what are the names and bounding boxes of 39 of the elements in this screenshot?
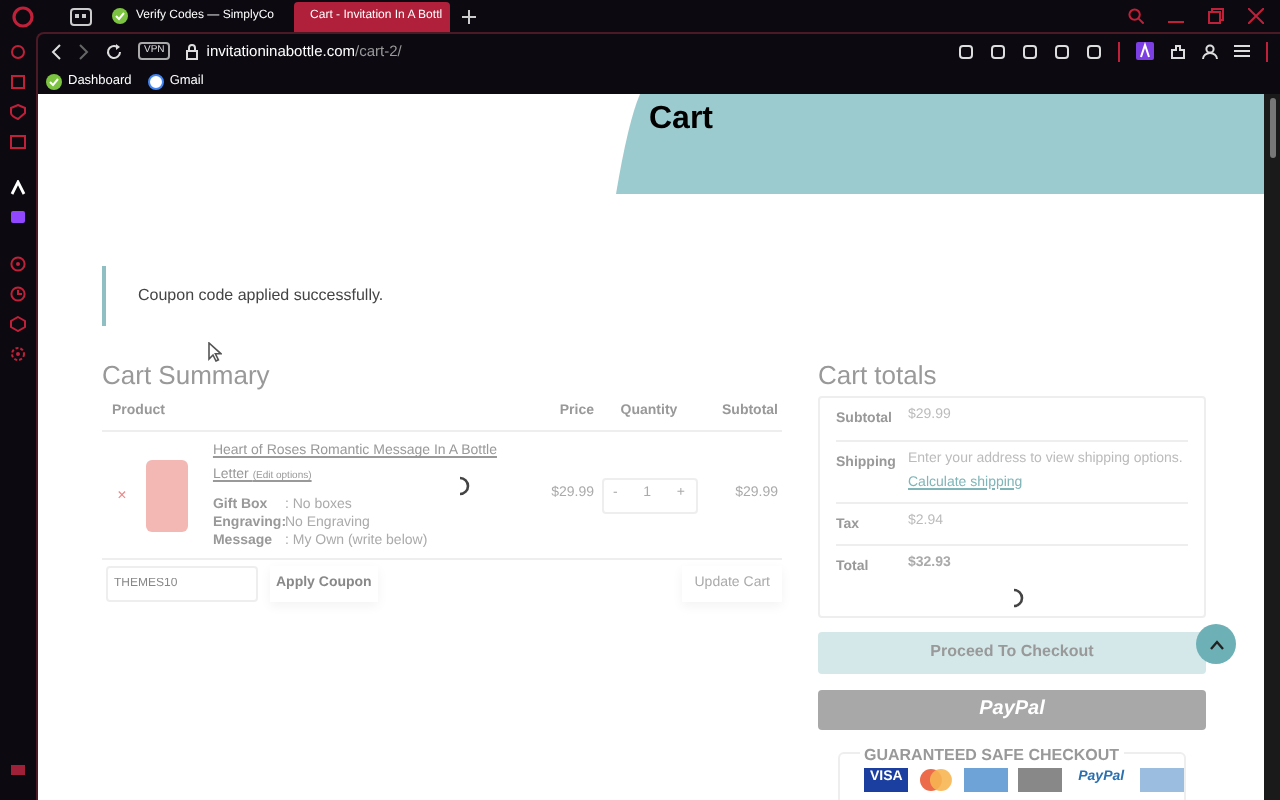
account-icon[interactable] [1202, 43, 1218, 59]
circle-logo-icon [147, 73, 164, 89]
scrollbar[interactable] [1264, 94, 1280, 800]
cube-icon[interactable] [10, 316, 26, 332]
clock-icon[interactable] [10, 286, 26, 302]
amex-logo-icon [964, 767, 1009, 791]
opera-logo-icon[interactable] [12, 5, 34, 27]
wallet-icon[interactable] [10, 764, 26, 776]
lock-icon [186, 43, 199, 59]
section-heading: Cart totals [818, 360, 939, 392]
profile-avatar-icon[interactable] [1136, 42, 1154, 60]
menu-icon[interactable] [1234, 44, 1250, 58]
discover-logo-icon [1018, 767, 1063, 791]
maximize-icon[interactable] [1208, 8, 1224, 24]
page-title: Cart [648, 100, 713, 140]
search-icon[interactable] [1128, 8, 1144, 24]
mastercard-logo-icon [918, 767, 955, 791]
other-logo-icon [1140, 767, 1185, 791]
mouse-cursor-icon [208, 342, 222, 362]
extensions-icon[interactable] [1170, 43, 1186, 59]
section-heading: Cart Summary [102, 360, 272, 392]
target-icon[interactable] [10, 256, 26, 272]
settings-icon[interactable] [10, 346, 26, 362]
checkmark-icon [46, 73, 62, 89]
chevron-up-icon [1209, 639, 1223, 649]
remove-button[interactable]: × [102, 483, 134, 507]
checkout-button[interactable]: Proceed To Checkout [818, 631, 1206, 673]
checkmark-icon [112, 8, 128, 24]
new-tab-icon[interactable] [462, 9, 477, 23]
secure-checkout-heading: GUARANTEED SAFE CHECKOUT [860, 743, 1124, 767]
close-icon[interactable] [1248, 8, 1264, 24]
reload-icon[interactable] [106, 43, 122, 59]
forward-icon[interactable] [78, 43, 90, 59]
paypal-button[interactable]: PayPal [818, 689, 1206, 729]
back-icon[interactable] [50, 43, 62, 59]
notice-text: Coupon code applied successfully. [138, 284, 384, 308]
product-photo-placeholder [145, 459, 189, 531]
scroll-to-top-button[interactable] [1196, 624, 1236, 664]
tab-manager-icon[interactable] [70, 7, 92, 25]
